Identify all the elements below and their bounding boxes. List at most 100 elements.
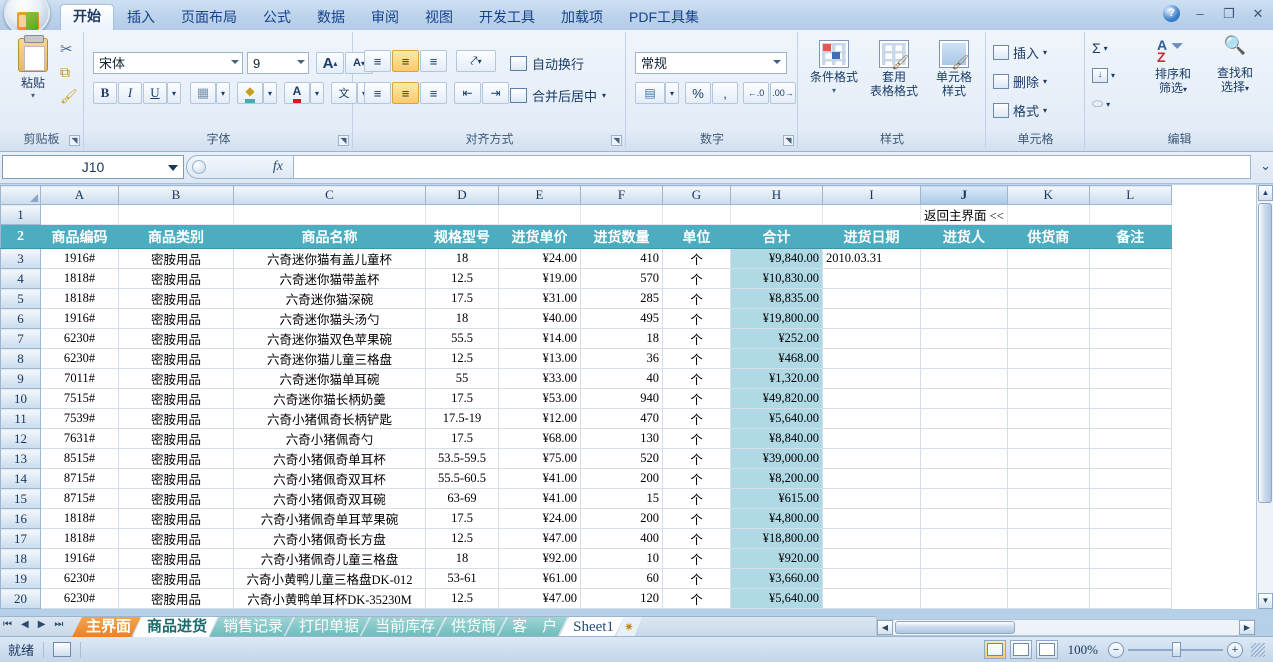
cell-r20c11[interactable]: [1089, 589, 1171, 609]
cell-r12c7[interactable]: ¥8,840.00: [731, 429, 823, 449]
cell-r20c1[interactable]: 密胺用品: [119, 589, 234, 609]
sheet-tab-5[interactable]: 供货商: [437, 617, 506, 637]
sheet-tab-2[interactable]: 销售记录: [209, 617, 293, 637]
increase-indent-button[interactable]: ⇥: [482, 82, 509, 104]
cell-r20c0[interactable]: 6230#: [41, 589, 119, 609]
cell-r21c5[interactable]: 110: [581, 609, 663, 610]
cell-r10c6[interactable]: 个: [663, 389, 731, 409]
cell-r18c7[interactable]: ¥920.00: [731, 549, 823, 569]
cell-r14c1[interactable]: 密胺用品: [119, 469, 234, 489]
cell-r6c11[interactable]: [1089, 309, 1171, 329]
cell-r11c5[interactable]: 470: [581, 409, 663, 429]
font-color-button[interactable]: A: [284, 82, 310, 104]
cell-r15c4[interactable]: ¥41.00: [499, 489, 581, 509]
worksheet-grid[interactable]: ABCDEFGHIJKL1返回主界面 <<2商品编码商品类别商品名称规格型号进货…: [0, 185, 1273, 609]
paste-button[interactable]: 粘贴 ▾: [10, 38, 56, 100]
cell-r6c9[interactable]: [921, 309, 1008, 329]
cell-r4c10[interactable]: [1007, 269, 1089, 289]
row-header-15[interactable]: 15: [1, 489, 41, 509]
cell-r7c0[interactable]: 6230#: [41, 329, 119, 349]
table-header-10[interactable]: 供货商: [1007, 225, 1089, 249]
cell-r3c6[interactable]: 个: [663, 249, 731, 269]
font-color-chevron-down-icon[interactable]: ▾: [310, 82, 324, 104]
clipboard-dialog-launcher[interactable]: ◥: [69, 135, 80, 146]
cell-r19c9[interactable]: [921, 569, 1008, 589]
cell-r7c11[interactable]: [1089, 329, 1171, 349]
fx-icon[interactable]: fx: [273, 159, 283, 175]
table-header-1[interactable]: 商品类别: [119, 225, 234, 249]
cell-blank[interactable]: [823, 205, 921, 225]
cell-r14c0[interactable]: 8715#: [41, 469, 119, 489]
format-as-table-button[interactable]: 🖌 套用 表格格式: [865, 40, 923, 98]
cell-r14c3[interactable]: 55.5-60.5: [426, 469, 499, 489]
cell-r15c6[interactable]: 个: [663, 489, 731, 509]
row-header-13[interactable]: 13: [1, 449, 41, 469]
cell-r4c9[interactable]: [921, 269, 1008, 289]
cell-blank[interactable]: [731, 205, 823, 225]
cell-r4c11[interactable]: [1089, 269, 1171, 289]
cell-r19c7[interactable]: ¥3,660.00: [731, 569, 823, 589]
table-header-0[interactable]: 商品编码: [41, 225, 119, 249]
cell-r18c11[interactable]: [1089, 549, 1171, 569]
scroll-down-button[interactable]: ▼: [1258, 593, 1273, 609]
cell-r13c3[interactable]: 53.5-59.5: [426, 449, 499, 469]
underline-button[interactable]: U: [143, 82, 167, 104]
cell-r13c11[interactable]: [1089, 449, 1171, 469]
vertical-scrollbar[interactable]: ▲ ▼: [1256, 185, 1273, 609]
select-all-corner[interactable]: [1, 186, 41, 205]
cell-r19c3[interactable]: 53-61: [426, 569, 499, 589]
cell-r17c1[interactable]: 密胺用品: [119, 529, 234, 549]
cell-r20c4[interactable]: ¥47.00: [499, 589, 581, 609]
cell-r18c0[interactable]: 1916#: [41, 549, 119, 569]
cell-r8c2[interactable]: 六奇迷你猫儿童三格盘: [234, 349, 426, 369]
cell-r4c4[interactable]: ¥19.00: [499, 269, 581, 289]
cell-r10c7[interactable]: ¥49,820.00: [731, 389, 823, 409]
font-size-chevron-down-icon[interactable]: [297, 60, 305, 64]
cell-r17c10[interactable]: [1007, 529, 1089, 549]
cell-r9c3[interactable]: 55: [426, 369, 499, 389]
prev-sheet-button[interactable]: ◀: [21, 619, 29, 630]
align-middle-button[interactable]: ≡: [392, 50, 419, 72]
cell-r18c2[interactable]: 六奇小猪佩奇儿童三格盘: [234, 549, 426, 569]
row-header-17[interactable]: 17: [1, 529, 41, 549]
table-header-7[interactable]: 合计: [731, 225, 823, 249]
cell-r6c5[interactable]: 495: [581, 309, 663, 329]
cell-r12c2[interactable]: 六奇小猪佩奇勺: [234, 429, 426, 449]
first-sheet-button[interactable]: ⏮: [3, 619, 12, 630]
borders-chevron-down-icon[interactable]: ▾: [216, 82, 230, 104]
cell-r4c5[interactable]: 570: [581, 269, 663, 289]
cell-r16c4[interactable]: ¥24.00: [499, 509, 581, 529]
row-header-8[interactable]: 8: [1, 349, 41, 369]
row-header-20[interactable]: 20: [1, 589, 41, 609]
cell-r17c0[interactable]: 1818#: [41, 529, 119, 549]
cell-r8c5[interactable]: 36: [581, 349, 663, 369]
cell-r16c1[interactable]: 密胺用品: [119, 509, 234, 529]
cell-r7c8[interactable]: [823, 329, 921, 349]
table-header-2[interactable]: 商品名称: [234, 225, 426, 249]
cell-r6c2[interactable]: 六奇迷你猫头汤勺: [234, 309, 426, 329]
cut-icon[interactable]: [60, 40, 80, 58]
ribbon-tab-0[interactable]: 开始: [60, 4, 114, 30]
vertical-scroll-thumb[interactable]: [1258, 203, 1272, 503]
cell-r15c10[interactable]: [1007, 489, 1089, 509]
cell-r5c9[interactable]: [921, 289, 1008, 309]
cell-r3c4[interactable]: ¥24.00: [499, 249, 581, 269]
cell-r9c1[interactable]: 密胺用品: [119, 369, 234, 389]
cell-r7c3[interactable]: 55.5: [426, 329, 499, 349]
ribbon-tab-9[interactable]: PDF工具集: [616, 5, 712, 30]
cell-r3c9[interactable]: [921, 249, 1008, 269]
cell-blank[interactable]: [426, 205, 499, 225]
cell-r12c1[interactable]: 密胺用品: [119, 429, 234, 449]
cell-r11c1[interactable]: 密胺用品: [119, 409, 234, 429]
cell-r18c9[interactable]: [921, 549, 1008, 569]
align-right-button[interactable]: ≡: [420, 82, 447, 104]
cell-r6c3[interactable]: 18: [426, 309, 499, 329]
cell-r19c10[interactable]: [1007, 569, 1089, 589]
font-dialog-launcher[interactable]: ◥: [338, 135, 349, 146]
number-format-combo[interactable]: 常规: [635, 52, 787, 74]
cell-r3c2[interactable]: 六奇迷你猫有盖儿童杯: [234, 249, 426, 269]
cell-r8c11[interactable]: [1089, 349, 1171, 369]
bold-button[interactable]: B: [93, 82, 117, 104]
table-header-6[interactable]: 单位: [663, 225, 731, 249]
cell-r10c10[interactable]: [1007, 389, 1089, 409]
